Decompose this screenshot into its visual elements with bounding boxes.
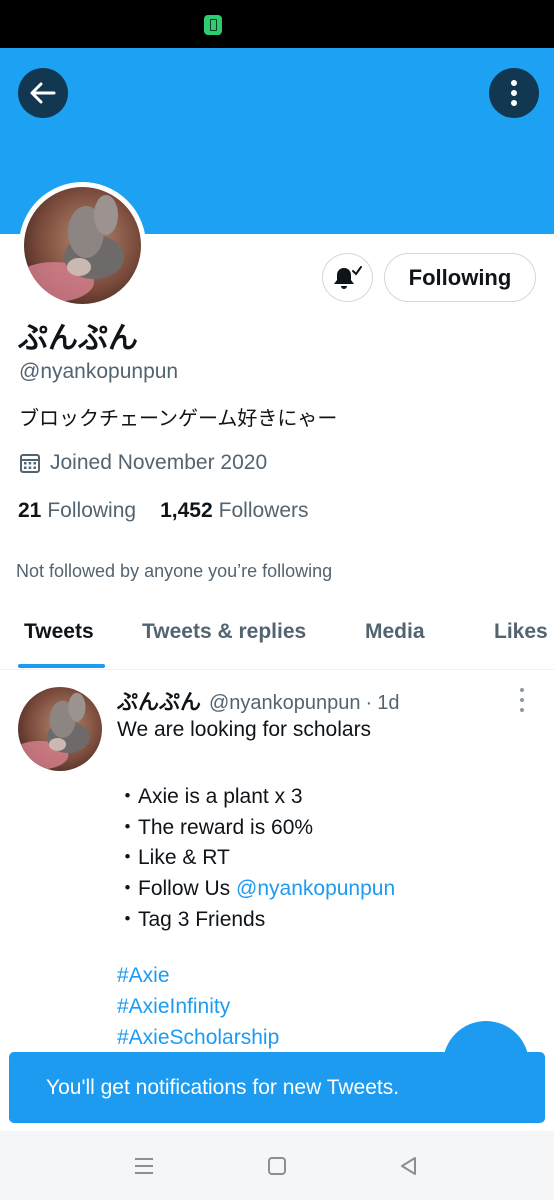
- following-stat[interactable]: 21 Following: [18, 499, 136, 523]
- tab-tweets[interactable]: Tweets: [24, 620, 94, 644]
- tweet-text-line: We are looking for scholars: [117, 718, 372, 741]
- back-triangle-icon[interactable]: [394, 1151, 424, 1181]
- status-bar: [0, 0, 554, 48]
- follow-stats: 21 Following 1,452 Followers: [18, 499, 309, 523]
- battery-saver-icon: [204, 15, 222, 35]
- hashtag-link[interactable]: #AxieInfinity: [117, 995, 230, 1019]
- tweet-text-line: ・Tag 3 Friends: [117, 908, 266, 931]
- arrow-left-icon: [30, 82, 56, 104]
- tweet-text-line: ・Follow Us @nyankopunpun: [117, 877, 396, 900]
- cat-photo: [18, 687, 102, 771]
- profile-tabs: Tweets Tweets & replies Media Likes: [0, 600, 554, 670]
- tweet-text-line: ・Like & RT: [117, 846, 230, 869]
- tab-tweets-replies[interactable]: Tweets & replies: [142, 620, 306, 644]
- profile-display-name: ぷんぷん: [18, 321, 138, 356]
- tweet-author-handle[interactable]: @nyankopunpun: [209, 692, 361, 715]
- followers-stat[interactable]: 1,452 Followers: [160, 499, 308, 523]
- tweet-text-line: ・Axie is a plant x 3: [117, 785, 303, 808]
- profile-bio: ブロックチェーンゲーム好きにゃー: [19, 406, 338, 430]
- not-followed-note: Not followed by anyone you’re following: [16, 561, 333, 581]
- tweet-timestamp: 1d: [377, 692, 400, 714]
- back-button[interactable]: [18, 68, 68, 118]
- tweet-text-line: ・The reward is 60%: [117, 816, 314, 839]
- hashtag-link[interactable]: #AxieScholarship: [117, 1026, 279, 1050]
- joined-date: Joined November 2020: [19, 451, 267, 475]
- joined-text: Joined November 2020: [50, 451, 268, 474]
- system-nav-bar: [0, 1131, 554, 1200]
- profile-handle: @nyankopunpun: [19, 360, 179, 383]
- tweet-more-icon[interactable]: [512, 688, 532, 712]
- home-square-icon[interactable]: [262, 1151, 292, 1181]
- tweet-separator: ·: [365, 692, 373, 714]
- active-tab-indicator: [18, 664, 105, 668]
- more-vertical-icon: [511, 80, 517, 106]
- tweet-mention-link[interactable]: @nyankopunpun: [236, 877, 395, 900]
- hashtag-link[interactable]: #Axie: [117, 964, 170, 988]
- tab-media[interactable]: Media: [365, 620, 425, 644]
- tweet-header: ぷんぷん @nyankopunpun · 1d: [117, 686, 399, 716]
- notifications-button[interactable]: [322, 253, 373, 302]
- profile-avatar[interactable]: [19, 182, 146, 309]
- calendar-icon: [20, 454, 40, 473]
- tweet-avatar[interactable]: [18, 687, 102, 771]
- notification-toast: You'll get notifications for new Tweets.: [9, 1052, 545, 1123]
- tweet-author-name[interactable]: ぷんぷん: [117, 686, 201, 716]
- tab-likes[interactable]: Likes: [494, 620, 548, 644]
- bell-check-icon: [333, 265, 362, 289]
- cat-photo: [24, 187, 141, 304]
- menu-icon[interactable]: [129, 1151, 159, 1181]
- more-options-button[interactable]: [489, 68, 539, 118]
- following-button[interactable]: Following: [384, 253, 536, 302]
